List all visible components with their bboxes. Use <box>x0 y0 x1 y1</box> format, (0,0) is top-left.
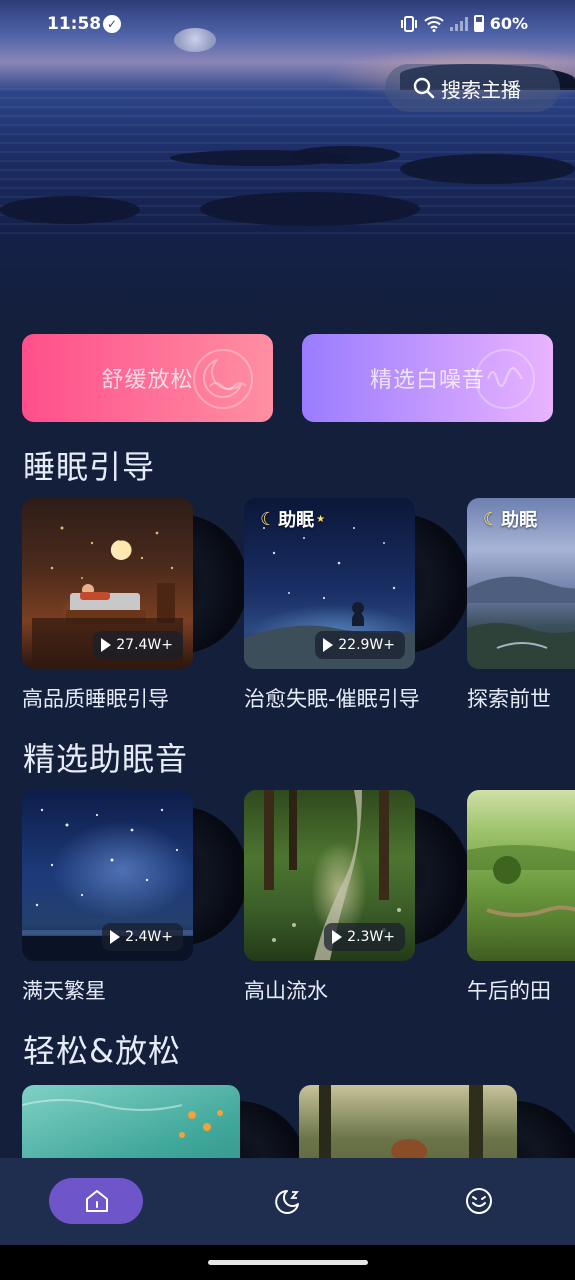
vibrate-icon <box>400 15 417 32</box>
rock <box>0 196 140 224</box>
card-thumbnail <box>22 1085 240 1165</box>
card-title: 高山流水 <box>244 979 328 1003</box>
card-thumbnail: 27.4W+ <box>22 498 193 669</box>
moon-tag-icon: ☾ <box>483 508 500 530</box>
play-icon <box>323 638 334 652</box>
wifi-icon <box>424 15 444 32</box>
card-thumbnail: 2.4W+ <box>22 790 193 961</box>
category-label: 精选白噪音 <box>369 368 485 393</box>
sleep-sounds-row[interactable]: 2.4W+ 满天繁星 2.3W+ 高山流水 午后的田 <box>22 790 575 1010</box>
play-count-badge: 2.4W+ <box>102 923 183 951</box>
play-count-badge: 2.3W+ <box>324 923 405 951</box>
section-title-sleep-sounds: 精选助眠音 <box>23 740 189 778</box>
home-indicator[interactable] <box>208 1260 368 1265</box>
home-icon[interactable] <box>82 1186 112 1216</box>
card-thumbnail: ☾ 助眠 ★ 22.9W+ <box>244 498 415 669</box>
search-button[interactable]: 搜索主播 <box>385 64 560 112</box>
sleep-guide-row[interactable]: 27.4W+ 高品质睡眠引导 ☾ 助眠 ★ 22.9W+ 治愈失眠-催眠引导 ☾… <box>22 498 575 718</box>
moon-wave-icon <box>193 349 253 409</box>
relax-row[interactable] <box>22 1085 575 1165</box>
rock <box>200 192 420 226</box>
play-count-badge: 22.9W+ <box>315 631 405 659</box>
smile-face-icon[interactable] <box>464 1186 494 1216</box>
category-soothing[interactable]: 舒缓放松 <box>22 334 273 422</box>
gesture-bar <box>0 1245 575 1280</box>
tag-label: ☾ 助眠 ★ <box>260 508 326 532</box>
search-label: 搜索主播 <box>441 77 521 102</box>
category-white-noise[interactable]: 精选白噪音 <box>302 334 553 422</box>
card-title: 治愈失眠-催眠引导 <box>244 687 420 711</box>
card-thumbnail <box>299 1085 517 1165</box>
card-thumbnail: 2.3W+ <box>244 790 415 961</box>
play-icon <box>332 930 343 944</box>
battery-icon <box>473 15 484 32</box>
signal-icon <box>449 16 468 31</box>
tag-label: ☾ 助眠 <box>483 508 538 532</box>
section-title-relax: 轻松&放松 <box>23 1032 181 1070</box>
sleep-moon-icon[interactable] <box>273 1186 303 1216</box>
category-label: 舒缓放松 <box>101 368 194 393</box>
bottom-navigation <box>0 1158 575 1245</box>
card-title: 探索前世 <box>467 687 551 711</box>
play-count: 2.4W+ <box>125 929 173 945</box>
rock <box>400 154 575 184</box>
hero-banner <box>0 0 575 320</box>
card-title: 满天繁星 <box>22 979 106 1003</box>
card-thumbnail: ☾ 助眠 <box>467 498 575 669</box>
card-title: 高品质睡眠引导 <box>22 687 169 711</box>
status-icons: 60% <box>400 14 528 33</box>
search-icon <box>413 77 435 99</box>
rock <box>290 146 400 164</box>
check-badge-icon: ✓ <box>103 15 121 33</box>
play-count: 22.9W+ <box>338 637 395 653</box>
status-time: 11:58 <box>47 14 102 34</box>
moon-tag-icon: ☾ <box>260 508 277 530</box>
card-thumbnail <box>467 790 575 961</box>
play-icon <box>110 930 121 944</box>
status-bar: 11:58 ✓ 60% <box>0 0 575 48</box>
play-icon <box>101 638 112 652</box>
play-count: 27.4W+ <box>116 637 173 653</box>
app-screen: 11:58 ✓ 60% 搜索主播 舒缓放松 精选白噪音 睡眠引导 27.4W+ … <box>0 0 575 1245</box>
section-title-sleep-guide: 睡眠引导 <box>23 448 156 486</box>
card-title: 午后的田 <box>467 979 551 1003</box>
battery-percent: 60% <box>489 14 528 33</box>
play-count: 2.3W+ <box>347 929 395 945</box>
play-count-badge: 27.4W+ <box>93 631 183 659</box>
